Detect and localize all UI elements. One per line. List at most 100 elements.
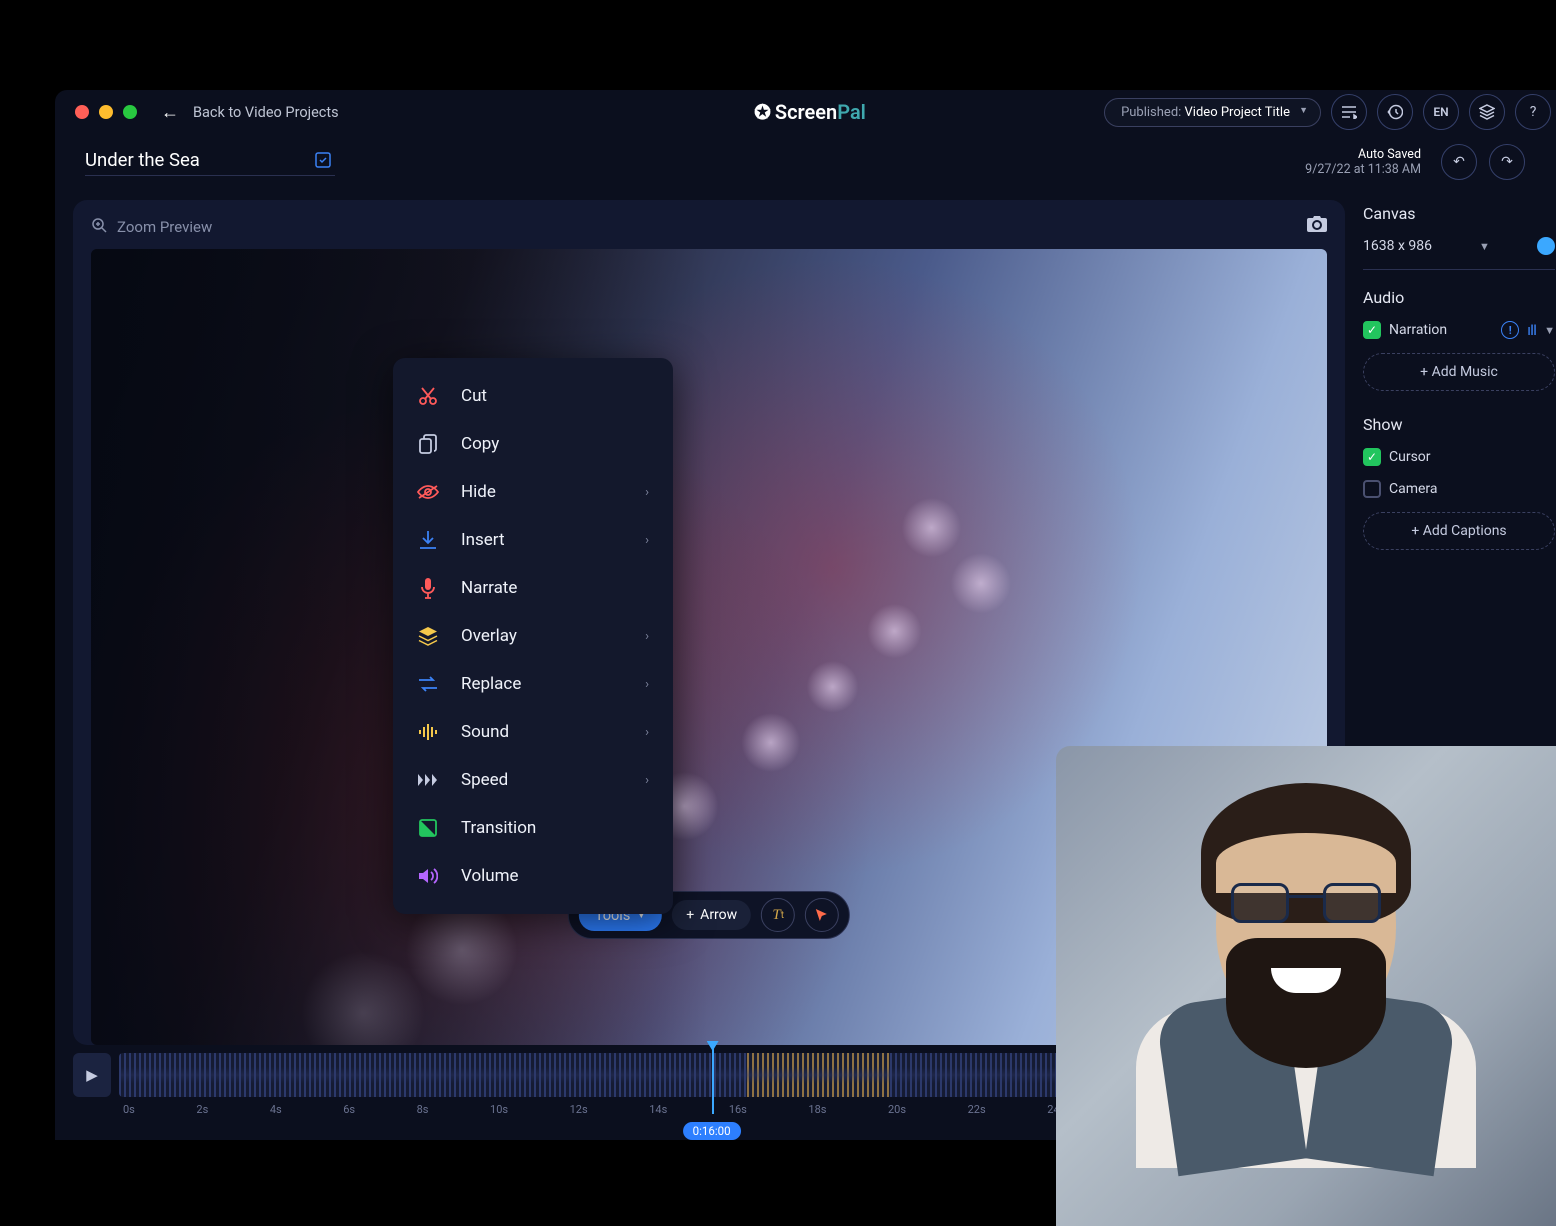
copy-icon <box>417 433 439 455</box>
publish-status-label: Published: <box>1121 105 1181 120</box>
language-button[interactable]: EN <box>1423 94 1459 130</box>
logo-text-1: Screen <box>775 100 837 124</box>
wave-segment-highlight <box>747 1053 890 1097</box>
canvas-color-swatch[interactable] <box>1537 237 1555 255</box>
camera-label: Camera <box>1389 481 1438 497</box>
narrate-icon <box>417 577 439 599</box>
menu-item-insert[interactable]: Insert› <box>393 516 673 564</box>
menu-item-narrate[interactable]: Narrate <box>393 564 673 612</box>
divider <box>1363 269 1555 270</box>
cursor-row: ✓ Cursor <box>1363 448 1555 466</box>
cursor-checkbox[interactable]: ✓ <box>1363 448 1381 466</box>
zoom-icon[interactable] <box>91 217 107 237</box>
show-section-title: Show <box>1363 415 1555 434</box>
info-icon[interactable]: ! <box>1501 321 1519 339</box>
narration-row: ✓ Narration ! ıII ▼ <box>1363 321 1555 339</box>
overlay-icon <box>417 625 439 647</box>
menu-item-volume[interactable]: Volume <box>393 852 673 900</box>
queue-icon[interactable] <box>1331 94 1367 130</box>
canvas-size-row[interactable]: 1638 x 986 ▼ <box>1363 237 1555 255</box>
undo-button[interactable]: ↶ <box>1441 144 1477 180</box>
menu-item-hide[interactable]: Hide › <box>393 468 673 516</box>
history-icon[interactable] <box>1377 94 1413 130</box>
tick-label: 18s <box>808 1103 826 1116</box>
edit-title-icon[interactable] <box>315 152 331 173</box>
cursor-label: Cursor <box>1389 449 1431 465</box>
play-button[interactable]: ▶ <box>73 1053 111 1097</box>
cursor-tool-icon[interactable] <box>805 898 839 932</box>
layers-icon[interactable] <box>1469 94 1505 130</box>
minimize-window-button[interactable] <box>99 105 113 119</box>
menu-item-label: Overlay <box>461 626 517 646</box>
chevron-down-icon[interactable]: ▼ <box>1544 324 1555 337</box>
undo-redo-group: ↶ ↷ <box>1441 144 1525 180</box>
menu-item-replace[interactable]: Replace › <box>393 660 673 708</box>
menu-item-transition[interactable]: Transition <box>393 804 673 852</box>
tick-label: 2s <box>196 1103 208 1116</box>
tick-label: 22s <box>968 1103 986 1116</box>
current-time-badge: 0:16:00 <box>683 1122 741 1140</box>
logo-text-2: Pal <box>837 100 866 124</box>
menu-item-label: Volume <box>461 866 519 886</box>
subheader: Under the Sea Auto Saved 9/27/22 at 11:3… <box>55 134 1556 190</box>
help-icon[interactable]: ? <box>1515 94 1551 130</box>
maximize-window-button[interactable] <box>123 105 137 119</box>
redo-button[interactable]: ↷ <box>1489 144 1525 180</box>
narration-checkbox[interactable]: ✓ <box>1363 321 1381 339</box>
back-arrow-icon[interactable]: ← <box>161 102 179 123</box>
menu-item-label: Narrate <box>461 578 517 598</box>
menu-item-speed[interactable]: Speed › <box>393 756 673 804</box>
tick-label: 4s <box>270 1103 282 1116</box>
tick-label: 20s <box>888 1103 906 1116</box>
publish-dropdown[interactable]: Published: Video Project Title <box>1104 98 1321 127</box>
menu-item-cut[interactable]: Cut <box>393 372 673 420</box>
logo-icon: ✪ <box>754 100 771 124</box>
chevron-right-icon: › <box>645 725 649 740</box>
chevron-right-icon: › <box>645 629 649 644</box>
insert-icon <box>417 529 439 551</box>
narration-label: Narration <box>1389 322 1447 338</box>
add-music-button[interactable]: + Add Music <box>1363 353 1555 391</box>
window-controls <box>75 105 137 119</box>
arrow-label: Arrow <box>700 907 737 923</box>
canvas-size-value: 1638 x 986 <box>1363 238 1432 254</box>
playhead[interactable] <box>712 1047 714 1114</box>
titlebar-right: Published: Video Project Title EN ? <box>1104 94 1551 130</box>
tick-label: 8s <box>417 1103 429 1116</box>
menu-item-overlay[interactable]: Overlay › <box>393 612 673 660</box>
arrow-tool-button[interactable]: + Arrow <box>672 900 751 930</box>
camera-checkbox[interactable] <box>1363 480 1381 498</box>
plus-icon: + <box>1420 364 1431 380</box>
back-link[interactable]: Back to Video Projects <box>193 104 339 121</box>
webcam-overlay[interactable] <box>1056 746 1556 1226</box>
speed-icon <box>417 769 439 791</box>
menu-item-label: Speed <box>461 770 508 790</box>
text-tool-icon[interactable]: Tt <box>761 898 795 932</box>
chevron-down-icon: ▼ <box>1479 240 1490 253</box>
autosave-status: Auto Saved 9/27/22 at 11:38 AM <box>1305 147 1421 177</box>
menu-item-label: Replace <box>461 674 521 694</box>
chevron-right-icon: › <box>645 773 649 788</box>
audio-level-icon[interactable]: ıII <box>1527 321 1536 339</box>
replace-icon <box>417 673 439 695</box>
chevron-right-icon: › <box>645 485 649 500</box>
plus-icon: + <box>1411 523 1422 539</box>
tick-label: 0s <box>123 1103 135 1116</box>
menu-item-label: Hide <box>461 482 496 502</box>
cut-icon <box>417 385 439 407</box>
add-captions-button[interactable]: + Add Captions <box>1363 512 1555 550</box>
app-logo: ✪ ScreenPal <box>754 100 866 124</box>
add-music-label: Add Music <box>1432 364 1498 380</box>
screenshot-icon[interactable] <box>1307 216 1327 237</box>
close-window-button[interactable] <box>75 105 89 119</box>
sound-icon <box>417 721 439 743</box>
chevron-right-icon: › <box>645 533 649 548</box>
plus-icon: + <box>686 907 694 923</box>
menu-item-copy[interactable]: Copy <box>393 420 673 468</box>
audio-section-title: Audio <box>1363 288 1555 307</box>
menu-item-label: Transition <box>461 818 536 838</box>
camera-row: Camera <box>1363 480 1555 498</box>
project-title[interactable]: Under the Sea <box>85 149 335 176</box>
menu-item-sound[interactable]: Sound› <box>393 708 673 756</box>
chevron-right-icon: › <box>645 677 649 692</box>
